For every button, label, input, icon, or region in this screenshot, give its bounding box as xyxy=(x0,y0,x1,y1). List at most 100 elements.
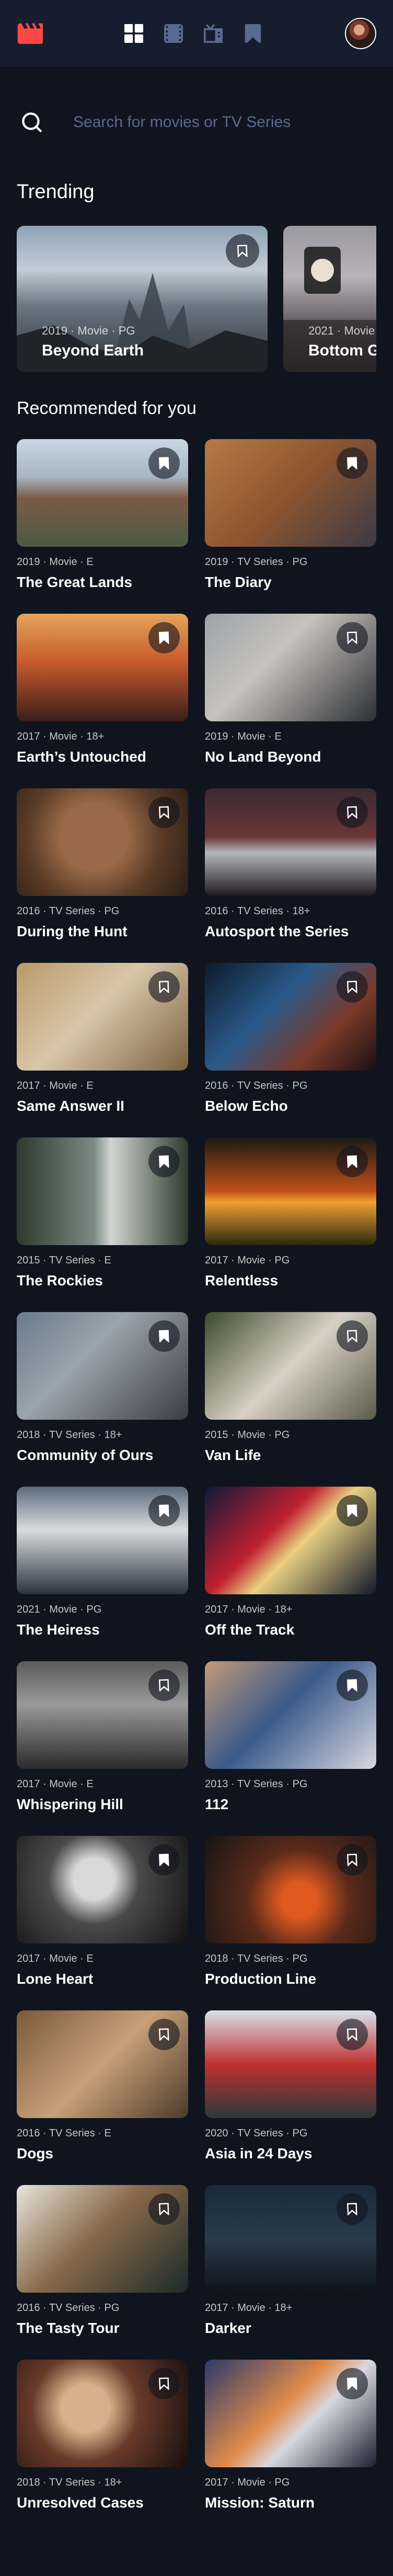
media-title: Van Life xyxy=(205,1447,261,1463)
bookmark-button[interactable] xyxy=(148,447,180,479)
bookmark-button[interactable] xyxy=(148,2193,180,2225)
media-thumbnail xyxy=(17,439,188,547)
bookmark-button[interactable] xyxy=(337,2368,368,2399)
media-card[interactable]: 2017 · Movie · E Lone Heart xyxy=(17,1836,188,2009)
bookmark-button[interactable] xyxy=(148,971,180,1003)
media-title: Community of Ours xyxy=(17,1447,154,1463)
bookmark-button[interactable] xyxy=(226,234,259,268)
media-meta: 2018 · TV Series · 18+ xyxy=(17,2477,122,2488)
media-card[interactable]: 2016 · TV Series · 18+ Autosport the Seri… xyxy=(205,788,376,962)
media-title: Lone Heart xyxy=(17,1971,94,1987)
bookmark-button[interactable] xyxy=(337,2193,368,2225)
media-meta: 2016 · TV Series · PG xyxy=(205,1080,308,1091)
bookmark-icon[interactable] xyxy=(242,23,263,44)
media-thumbnail xyxy=(17,1312,188,1420)
media-meta: 2018 · TV Series · PG xyxy=(205,1953,308,1964)
media-card[interactable]: 2016 · TV Series · PG The Tasty Tour xyxy=(17,2185,188,2359)
bookmark-icon xyxy=(347,1330,357,1342)
bookmark-button[interactable] xyxy=(337,971,368,1003)
media-meta: 2016 · TV Series · E xyxy=(17,2128,111,2139)
bookmark-button[interactable] xyxy=(148,2019,180,2050)
media-card[interactable]: 2017 · Movie · E Same Answer II xyxy=(17,963,188,1136)
media-title: The Great Lands xyxy=(17,574,132,590)
bookmark-icon xyxy=(347,981,357,993)
bookmark-button[interactable] xyxy=(337,1670,368,1701)
bookmark-button[interactable] xyxy=(148,797,180,828)
media-card[interactable]: 2019 · TV Series · PG The Diary xyxy=(205,439,376,613)
media-thumbnail xyxy=(205,1836,376,1944)
trending-title: Bottom Gear xyxy=(308,342,376,359)
media-card[interactable]: 2016 · TV Series · PG Below Echo xyxy=(205,963,376,1136)
media-title: Below Echo xyxy=(205,1098,288,1114)
media-card[interactable]: 2015 · Movie · PG Van Life xyxy=(205,1312,376,1486)
tv-series-icon[interactable] xyxy=(203,23,224,44)
media-card[interactable]: 2017 · Movie · PG Relentless xyxy=(205,1137,376,1311)
bookmark-button[interactable] xyxy=(337,622,368,653)
media-meta: 2017 · Movie · E xyxy=(17,1778,94,1790)
home-icon[interactable] xyxy=(123,23,144,44)
media-title: Earth’s Untouched xyxy=(17,749,146,765)
media-card[interactable]: 2018 · TV Series · PG Production Line xyxy=(205,1836,376,2009)
bookmark-icon xyxy=(159,2028,169,2041)
media-title: The Tasty Tour xyxy=(17,2320,120,2336)
trending-carousel[interactable]: 2019 · Movie · PG Beyond Earth 2021 · Mo… xyxy=(17,226,376,372)
bookmark-icon xyxy=(347,2203,357,2215)
nav-tabs xyxy=(123,23,263,44)
media-meta: 2017 · Movie · E xyxy=(17,1953,94,1964)
bookmark-button[interactable] xyxy=(337,1146,368,1177)
media-title: Production Line xyxy=(205,1971,317,1987)
bookmark-button[interactable] xyxy=(148,1670,180,1701)
trending-card[interactable]: 2019 · Movie · PG Beyond Earth xyxy=(17,226,268,372)
bookmark-icon xyxy=(159,981,169,993)
bookmark-button[interactable] xyxy=(148,1844,180,1876)
media-card[interactable]: 2015 · TV Series · E The Rockies xyxy=(17,1137,188,1311)
bookmark-button[interactable] xyxy=(337,1320,368,1352)
bookmark-button[interactable] xyxy=(148,622,180,653)
media-meta: 2017 · Movie · PG xyxy=(205,1255,290,1266)
media-card[interactable]: 2018 · TV Series · 18+ Community of Ours xyxy=(17,1312,188,1486)
media-card[interactable]: 2017 · Movie · E Whispering Hill xyxy=(17,1661,188,1835)
media-card[interactable]: 2017 · Movie · 18+ Off the Track xyxy=(205,1487,376,1660)
search-icon xyxy=(22,112,42,132)
trending-meta: 2021 · Movie · PG xyxy=(308,324,376,337)
media-card[interactable]: 2019 · Movie · E The Great Lands xyxy=(17,439,188,613)
bookmark-button[interactable] xyxy=(337,1495,368,1526)
media-meta: 2013 · TV Series · PG xyxy=(205,1778,308,1790)
bookmark-button[interactable] xyxy=(337,797,368,828)
avatar[interactable] xyxy=(345,18,376,49)
media-thumbnail xyxy=(205,1487,376,1594)
movies-icon[interactable] xyxy=(163,23,184,44)
bookmark-button[interactable] xyxy=(148,1146,180,1177)
media-card[interactable]: 2017 · Movie · PG Mission: Saturn xyxy=(205,2360,376,2533)
media-card[interactable]: 2013 · TV Series · PG 112 xyxy=(205,1661,376,1835)
search-input[interactable] xyxy=(72,113,374,132)
bookmark-icon xyxy=(347,2377,357,2390)
bookmark-button[interactable] xyxy=(148,2368,180,2399)
bookmark-icon xyxy=(159,806,169,819)
bookmark-icon xyxy=(159,1504,169,1517)
bookmark-button[interactable] xyxy=(337,1844,368,1876)
media-thumbnail xyxy=(17,1661,188,1769)
media-card[interactable]: 2016 · TV Series · PG During the Hunt xyxy=(17,788,188,962)
media-meta: 2017 · Movie · 18+ xyxy=(205,2302,293,2314)
media-meta: 2019 · Movie · E xyxy=(205,731,282,742)
media-meta: 2016 · TV Series · PG xyxy=(17,905,120,917)
media-card[interactable]: 2018 · TV Series · 18+ Unresolved Cases xyxy=(17,2360,188,2533)
trending-card[interactable]: 2021 · Movie · PG Bottom Gear xyxy=(283,226,376,372)
media-meta: 2017 · Movie · E xyxy=(17,1080,94,1091)
film-reel-icon[interactable] xyxy=(17,23,43,44)
bookmark-button[interactable] xyxy=(337,447,368,479)
media-card[interactable]: 2017 · Movie · 18+ Earth’s Untouched xyxy=(17,614,188,787)
media-card[interactable]: 2021 · Movie · PG The Heiress xyxy=(17,1487,188,1660)
bookmark-button[interactable] xyxy=(148,1495,180,1526)
media-card[interactable]: 2016 · TV Series · E Dogs xyxy=(17,2010,188,2184)
bookmark-button[interactable] xyxy=(337,2019,368,2050)
media-card[interactable]: 2017 · Movie · 18+ Darker xyxy=(205,2185,376,2359)
media-thumbnail xyxy=(17,1137,188,1245)
media-thumbnail xyxy=(17,1836,188,1944)
bookmark-icon xyxy=(347,1854,357,1866)
media-card[interactable]: 2019 · Movie · E No Land Beyond xyxy=(205,614,376,787)
media-title: Autosport the Series xyxy=(205,923,349,939)
media-card[interactable]: 2020 · TV Series · PG Asia in 24 Days xyxy=(205,2010,376,2184)
bookmark-button[interactable] xyxy=(148,1320,180,1352)
